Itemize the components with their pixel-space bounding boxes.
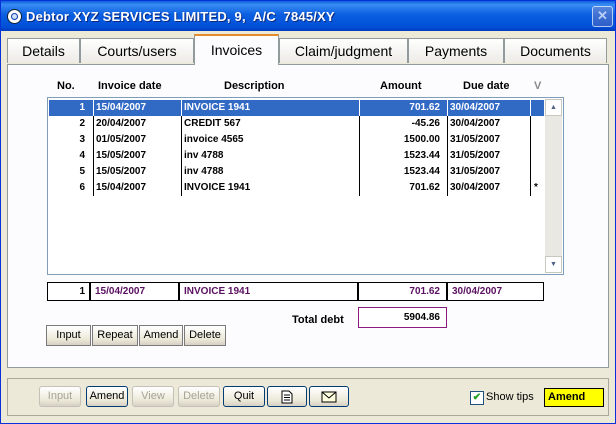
tab-details[interactable]: Details bbox=[7, 38, 80, 63]
input-button[interactable]: Input bbox=[39, 386, 81, 407]
view-button[interactable]: View bbox=[132, 386, 174, 407]
cell-amount: 1523.44 bbox=[403, 150, 440, 161]
grid-input-button[interactable]: Input bbox=[46, 325, 91, 346]
current-date-field[interactable]: 15/04/2007 bbox=[90, 282, 179, 301]
cell-due-date: 31/05/2007 bbox=[450, 166, 501, 177]
table-row[interactable]: 1 15/04/2007 INVOICE 1941 701.62 30/04/2… bbox=[49, 100, 544, 116]
table-row[interactable]: 5 15/05/2007 inv 4788 1523.44 31/05/2007 bbox=[49, 164, 544, 180]
cell-description: inv 4788 bbox=[184, 166, 224, 177]
cell-description: CREDIT 567 bbox=[184, 118, 241, 129]
cell-date: 15/05/2007 bbox=[96, 166, 147, 177]
cell-description: INVOICE 1941 bbox=[184, 102, 251, 113]
col-header-invoice-date: Invoice date bbox=[98, 80, 162, 92]
debtor-window: Debtor XYZ SERVICES LIMITED, 9, A/C 7845… bbox=[0, 0, 616, 424]
cell-no: 2 bbox=[79, 118, 85, 129]
table-row[interactable]: 3 01/05/2007 invoice 4565 1500.00 31/05/… bbox=[49, 132, 544, 148]
col-header-due-date: Due date bbox=[463, 80, 510, 92]
cell-description: invoice 4565 bbox=[184, 134, 244, 145]
table-row[interactable]: 6 15/04/2007 INVOICE 1941 701.62 30/04/2… bbox=[49, 180, 544, 196]
cell-due-date: 30/04/2007 bbox=[450, 118, 501, 129]
cell-date: 20/04/2007 bbox=[96, 118, 147, 129]
cell-no: 3 bbox=[79, 134, 85, 145]
cell-amount: 1500.00 bbox=[403, 134, 440, 145]
cell-date: 15/04/2007 bbox=[96, 102, 147, 113]
scroll-up-icon[interactable]: ▲ bbox=[545, 99, 562, 116]
cell-description: inv 4788 bbox=[184, 150, 224, 161]
cell-no: 5 bbox=[79, 166, 85, 177]
cell-due-date: 31/05/2007 bbox=[450, 134, 501, 145]
tab-courts-users[interactable]: Courts/users bbox=[80, 38, 194, 63]
window-title: Debtor XYZ SERVICES LIMITED, 9, A/C 7845… bbox=[26, 9, 335, 24]
tab-claim-judgment[interactable]: Claim/judgment bbox=[279, 38, 408, 63]
cell-amount: 701.62 bbox=[409, 102, 440, 113]
scroll-down-icon[interactable]: ▼ bbox=[545, 256, 562, 273]
grid-scrollbar[interactable]: ▲ ▼ bbox=[545, 99, 562, 273]
table-row[interactable]: 2 20/04/2007 CREDIT 567 -45.26 30/04/200… bbox=[49, 116, 544, 132]
show-tips-label: Show tips bbox=[486, 391, 534, 403]
cell-amount: -45.26 bbox=[411, 118, 440, 129]
table-row[interactable]: 4 15/05/2007 inv 4788 1523.44 31/05/2007 bbox=[49, 148, 544, 164]
cell-description: INVOICE 1941 bbox=[184, 182, 251, 193]
show-tips-checkbox[interactable]: ✔ bbox=[470, 391, 484, 405]
current-description-field[interactable]: INVOICE 1941 bbox=[179, 282, 358, 301]
cell-due-date: 30/04/2007 bbox=[450, 182, 501, 193]
scroll-track[interactable] bbox=[545, 116, 562, 256]
cell-date: 15/04/2007 bbox=[96, 182, 147, 193]
quit-button[interactable]: Quit bbox=[223, 386, 265, 407]
grid-repeat-button[interactable]: Repeat bbox=[92, 325, 138, 346]
col-header-amount: Amount bbox=[380, 80, 422, 92]
cell-date: 15/05/2007 bbox=[96, 150, 147, 161]
app-icon bbox=[7, 9, 22, 24]
cell-due-date: 30/04/2007 bbox=[450, 102, 501, 113]
tab-documents[interactable]: Documents bbox=[504, 38, 607, 63]
close-button[interactable]: ✕ bbox=[592, 6, 613, 27]
envelope-icon bbox=[321, 391, 337, 403]
cell-due-date: 31/05/2007 bbox=[450, 150, 501, 161]
email-button[interactable] bbox=[309, 386, 349, 407]
delete-button[interactable]: Delete bbox=[178, 386, 220, 407]
cell-date: 01/05/2007 bbox=[96, 134, 147, 145]
cell-no: 4 bbox=[79, 150, 85, 161]
cell-no: 6 bbox=[79, 182, 85, 193]
document-icon bbox=[281, 390, 293, 404]
title-bar[interactable]: Debtor XYZ SERVICES LIMITED, 9, A/C 7845… bbox=[1, 1, 615, 31]
tab-bar: Details Courts/users Invoices Claim/judg… bbox=[7, 34, 609, 65]
col-header-description: Description bbox=[224, 80, 285, 92]
document-button[interactable] bbox=[267, 386, 307, 407]
current-amount-field[interactable]: 701.62 bbox=[358, 282, 447, 301]
cell-amount: 1523.44 bbox=[403, 166, 440, 177]
cell-no: 1 bbox=[79, 102, 85, 113]
col-header-no: No. bbox=[57, 80, 75, 92]
total-debt-value: 5904.86 bbox=[358, 307, 447, 328]
mode-status: Amend bbox=[544, 388, 604, 407]
tab-invoices[interactable]: Invoices bbox=[194, 34, 279, 65]
invoice-grid[interactable]: 1 15/04/2007 INVOICE 1941 701.62 30/04/2… bbox=[47, 97, 564, 275]
col-header-v: V bbox=[534, 80, 542, 92]
grid-delete-button[interactable]: Delete bbox=[184, 325, 226, 346]
tab-payments[interactable]: Payments bbox=[408, 38, 504, 63]
total-debt-label: Total debt bbox=[292, 314, 344, 326]
cell-amount: 701.62 bbox=[409, 182, 440, 193]
grid-amend-button[interactable]: Amend bbox=[139, 325, 183, 346]
current-no-field[interactable]: 1 bbox=[47, 282, 90, 301]
amend-button[interactable]: Amend bbox=[86, 386, 128, 407]
current-due-date-field[interactable]: 30/04/2007 bbox=[447, 282, 544, 301]
cell-v: * bbox=[534, 182, 538, 193]
